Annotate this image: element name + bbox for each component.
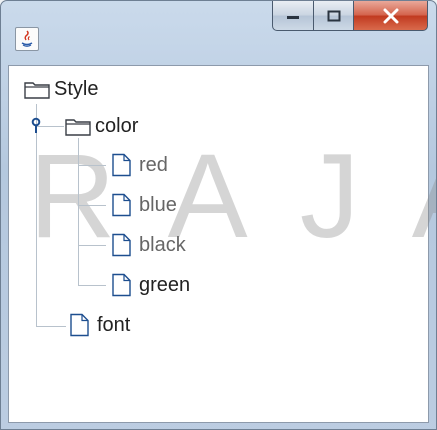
tree-line [36, 326, 66, 327]
close-icon [383, 8, 398, 23]
app-window: RAJAM Style [0, 0, 437, 430]
tree-node-label: black [139, 234, 186, 256]
tree-node-red[interactable]: red [108, 153, 168, 177]
file-icon [108, 273, 136, 297]
file-icon [66, 313, 94, 337]
title-bar[interactable] [1, 1, 436, 55]
close-button[interactable] [354, 1, 428, 31]
tree-node-font[interactable]: font [66, 313, 130, 337]
tree-node-label: color [95, 115, 139, 137]
tree-line [78, 165, 106, 166]
file-icon [108, 233, 136, 257]
maximize-icon [327, 10, 340, 21]
tree-node-black[interactable]: black [108, 233, 186, 257]
tree-node-label: red [139, 154, 168, 176]
tree-line [78, 245, 106, 246]
expand-handle-icon[interactable] [30, 117, 44, 135]
file-icon [108, 153, 136, 177]
tree-node-color[interactable]: color [64, 114, 138, 138]
tree-node-green[interactable]: green [108, 273, 190, 297]
java-app-icon[interactable] [15, 27, 39, 51]
tree-node-label: blue [139, 194, 177, 216]
tree-line [78, 205, 106, 206]
minimize-icon [287, 15, 299, 19]
tree-node-label: green [139, 274, 191, 296]
folder-icon [64, 114, 92, 138]
tree-line [78, 285, 106, 286]
window-controls [272, 1, 428, 33]
tree-line [36, 104, 37, 326]
tree-view[interactable]: Style color red blue black green font [9, 66, 428, 422]
tree-node-label: Style [54, 78, 99, 100]
tree-node-label: font [97, 314, 131, 336]
tree-node-style[interactable]: Style [23, 77, 98, 101]
folder-icon [23, 77, 51, 101]
tree-line [78, 138, 79, 286]
content-pane: RAJAM Style [8, 65, 436, 423]
minimize-button[interactable] [272, 1, 314, 31]
maximize-button[interactable] [314, 1, 354, 31]
tree-node-blue[interactable]: blue [108, 193, 177, 217]
file-icon [108, 193, 136, 217]
